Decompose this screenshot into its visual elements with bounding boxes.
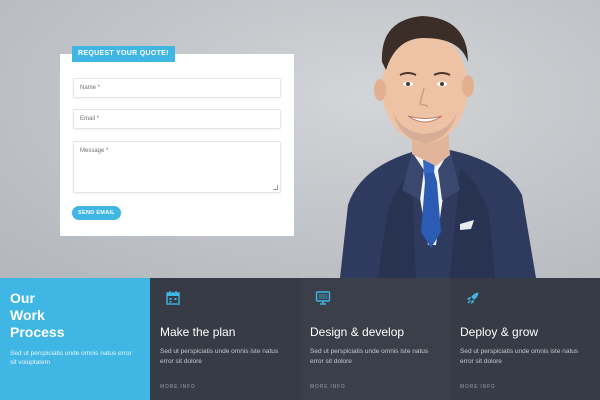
step-text: Sed ut perspiciatis unde omnis iste natu… (310, 348, 429, 365)
send-email-button[interactable]: SEND EMAIL (72, 206, 121, 220)
monitor-icon (315, 291, 331, 305)
more-info-link[interactable]: MORE INFO (160, 384, 196, 390)
name-field[interactable]: Name * (73, 78, 281, 98)
process-intro: Our Work Process Sed ut perspiciatis und… (0, 278, 150, 400)
step-title: Make the plan (160, 325, 236, 339)
calendar-icon (166, 291, 180, 305)
rocket-icon (467, 292, 479, 304)
step-design-develop: Design & develop Sed ut perspiciatis und… (300, 278, 450, 400)
step-text: Sed ut perspiciatis unde omnis iste natu… (460, 348, 579, 365)
step-make-the-plan: Make the plan Sed ut perspiciatis unde o… (150, 278, 300, 400)
email-placeholder: Email * (80, 116, 100, 122)
quote-form-heading: REQUEST YOUR QUOTE! (72, 46, 175, 62)
step-deploy-grow: Deploy & grow Sed ut perspiciatis unde o… (450, 278, 600, 400)
businessman-photo (340, 16, 536, 278)
step-text: Sed ut perspiciatis unde omnis iste natu… (160, 348, 279, 365)
process-description: Sed ut perspiciatis unde omnis natus err… (10, 350, 132, 366)
message-field[interactable]: Message * (73, 141, 281, 193)
email-field[interactable]: Email * (73, 109, 281, 129)
resize-handle-icon[interactable] (273, 185, 278, 190)
more-info-link[interactable]: MORE INFO (460, 384, 496, 390)
step-title: Design & develop (310, 325, 405, 339)
process-title: Our Work Process (10, 290, 65, 340)
more-info-link[interactable]: MORE INFO (310, 384, 346, 390)
hero-section: REQUEST YOUR QUOTE! Name * Email * Messa… (0, 0, 600, 278)
name-placeholder: Name * (80, 85, 101, 91)
work-process-section: Our Work Process Sed ut perspiciatis und… (0, 278, 600, 400)
step-title: Deploy & grow (460, 325, 539, 339)
message-placeholder: Message * (80, 148, 109, 154)
